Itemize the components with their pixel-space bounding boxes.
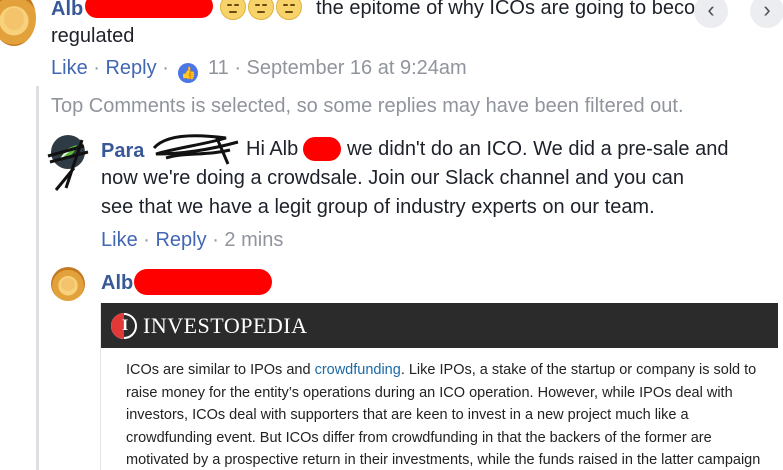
separator: ·	[93, 57, 106, 79]
lion-face-icon	[60, 277, 76, 292]
comment-text-continued: regulated	[51, 25, 135, 47]
reply-greeting: Hi Alb	[246, 138, 299, 160]
name-redaction	[303, 137, 341, 161]
reply-text-line2: now we're doing a crowdsale. Join our Sl…	[101, 167, 685, 189]
commenter-avatar[interactable]	[0, 0, 36, 46]
investopedia-header: I INVESTOPEDIA	[101, 303, 778, 348]
article-line: crowdfunding event. But ICOs differ from…	[126, 429, 712, 446]
unamused-face-icon	[276, 0, 302, 20]
next-button[interactable]: ›	[750, 0, 783, 28]
reply-timestamp[interactable]: 2 mins	[224, 229, 283, 251]
reaction-count[interactable]: 11	[208, 57, 229, 79]
replier-avatar[interactable]	[51, 267, 85, 301]
article-line: investors, ICOs deal with supporters tha…	[126, 407, 689, 423]
comment-text: the epitome of why ICOs are going to bec…	[316, 0, 723, 19]
reply-author-name[interactable]: Para	[101, 139, 144, 163]
article-line: raise money for the entity’s operations …	[126, 384, 733, 401]
comment-actions: Like · Reply · 👍 11 · September 16 at 9:…	[51, 56, 467, 83]
comment-author-name[interactable]: Alb	[51, 0, 83, 21]
unamused-face-icon	[220, 0, 246, 20]
reply-thread-line	[36, 86, 39, 470]
comment-timestamp[interactable]: September 16 at 9:24am	[247, 57, 467, 79]
investopedia-logo-icon: I	[111, 313, 137, 339]
like-link[interactable]: Like	[101, 229, 138, 251]
reply-actions: Like · Reply · 2 mins	[101, 228, 283, 252]
name-redaction	[134, 269, 272, 295]
avatar-scribble	[47, 139, 89, 191]
lion-face-icon	[4, 7, 24, 31]
like-link[interactable]: Like	[51, 57, 88, 79]
investopedia-article-text: ICOs are similar to IPOs and crowdfundin…	[126, 359, 776, 470]
crowdfunding-link[interactable]: crowdfunding	[315, 362, 401, 378]
reply-text: we didn't do an ICO. We did a pre-sale a…	[347, 138, 729, 160]
article-line: ICOs are similar to IPOs and crowdfundin…	[126, 362, 757, 378]
previous-button[interactable]: ‹	[694, 0, 728, 28]
separator: ·	[143, 229, 156, 251]
article-line: motivated by a prospective return in the…	[126, 452, 761, 468]
reply-author-name[interactable]: Alb	[101, 271, 133, 295]
reply-text-line3: see that we have a legit group of indust…	[101, 196, 655, 218]
investopedia-brand: INVESTOPEDIA	[143, 313, 308, 338]
name-scribble	[152, 134, 239, 165]
reply-link[interactable]: Reply	[155, 229, 206, 251]
name-redaction	[85, 0, 213, 18]
separator: ·	[212, 229, 225, 251]
reply-link[interactable]: Reply	[105, 57, 156, 79]
separator: ·	[162, 57, 169, 79]
emoji-group	[220, 0, 304, 21]
attached-image[interactable]: I INVESTOPEDIA ICOs are similar to IPOs …	[100, 303, 778, 470]
separator: ·	[234, 57, 247, 79]
unamused-face-icon	[248, 0, 274, 20]
filter-notice: Top Comments is selected, so some replie…	[51, 95, 684, 117]
thumbs-up-icon[interactable]: 👍	[178, 63, 199, 83]
